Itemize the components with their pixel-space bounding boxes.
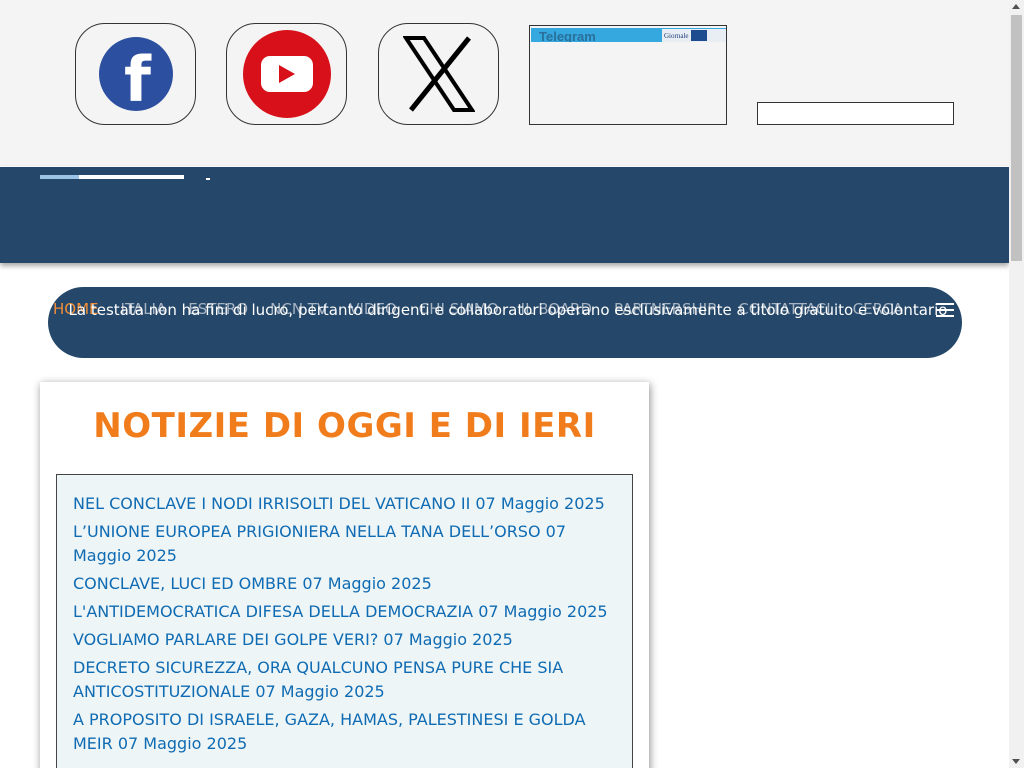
youtube-icon [242,30,331,118]
news-link[interactable]: A PROPOSITO DI ISRAELE, GAZA, HAMAS, PAL… [73,708,616,756]
main-nav: HOME ITALIA ESTERO NCN TV VIDEO CHI SIAM… [48,287,962,358]
telegram-widget[interactable]: Telegram Giornale [529,25,727,125]
logo-mark-icon [690,30,707,41]
scroll-up-icon[interactable] [1012,4,1020,9]
facebook-icon: f [98,37,173,111]
hamburger-menu-icon[interactable] [936,303,954,317]
play-icon [278,65,295,83]
news-link[interactable]: NEL CONCLAVE I NODI IRRISOLTI DEL VATICA… [73,492,616,516]
telegram-banner: Telegram Giornale [531,28,726,42]
news-link[interactable]: CONCLAVE, LUCI ED OMBRE 07 Maggio 2025 [73,572,616,596]
search-input[interactable] [757,102,954,125]
decorative-dash [206,178,210,180]
nonprofit-notice: La testata non ha fini di lucro, pertant… [68,301,948,319]
news-link[interactable]: VOGLIAMO PARLARE DEI GOLPE VERI? 07 Magg… [73,628,616,652]
telegram-label: Telegram [539,29,596,43]
news-link[interactable]: L’UNIONE EUROPEA PRIGIONIERA NELLA TANA … [73,520,616,568]
news-list: NEL CONCLAVE I NODI IRRISOLTI DEL VATICA… [56,474,633,768]
header-band [0,167,1009,263]
x-link[interactable] [378,23,499,125]
newspaper-logo: Giornale [662,29,726,42]
facebook-link[interactable]: f [75,23,196,125]
youtube-link[interactable] [226,23,347,125]
news-panel: NOTIZIE DI OGGI E DI IERI NEL CONCLAVE I… [40,382,649,768]
progress-bar [40,175,184,179]
news-link[interactable]: L'ANTIDEMOCRATICA DIFESA DELLA DEMOCRAZI… [73,600,616,624]
page-scrollbar[interactable] [1009,0,1024,768]
social-header: f Telegram Giornale [0,0,1009,166]
scroll-down-icon[interactable] [1012,759,1020,764]
scrollbar-thumb[interactable] [1011,15,1022,261]
x-icon [402,36,475,112]
news-title: NOTIZIE DI OGGI E DI IERI [93,406,596,446]
news-link[interactable]: DECRETO SICUREZZA, ORA QUALCUNO PENSA PU… [73,656,616,704]
